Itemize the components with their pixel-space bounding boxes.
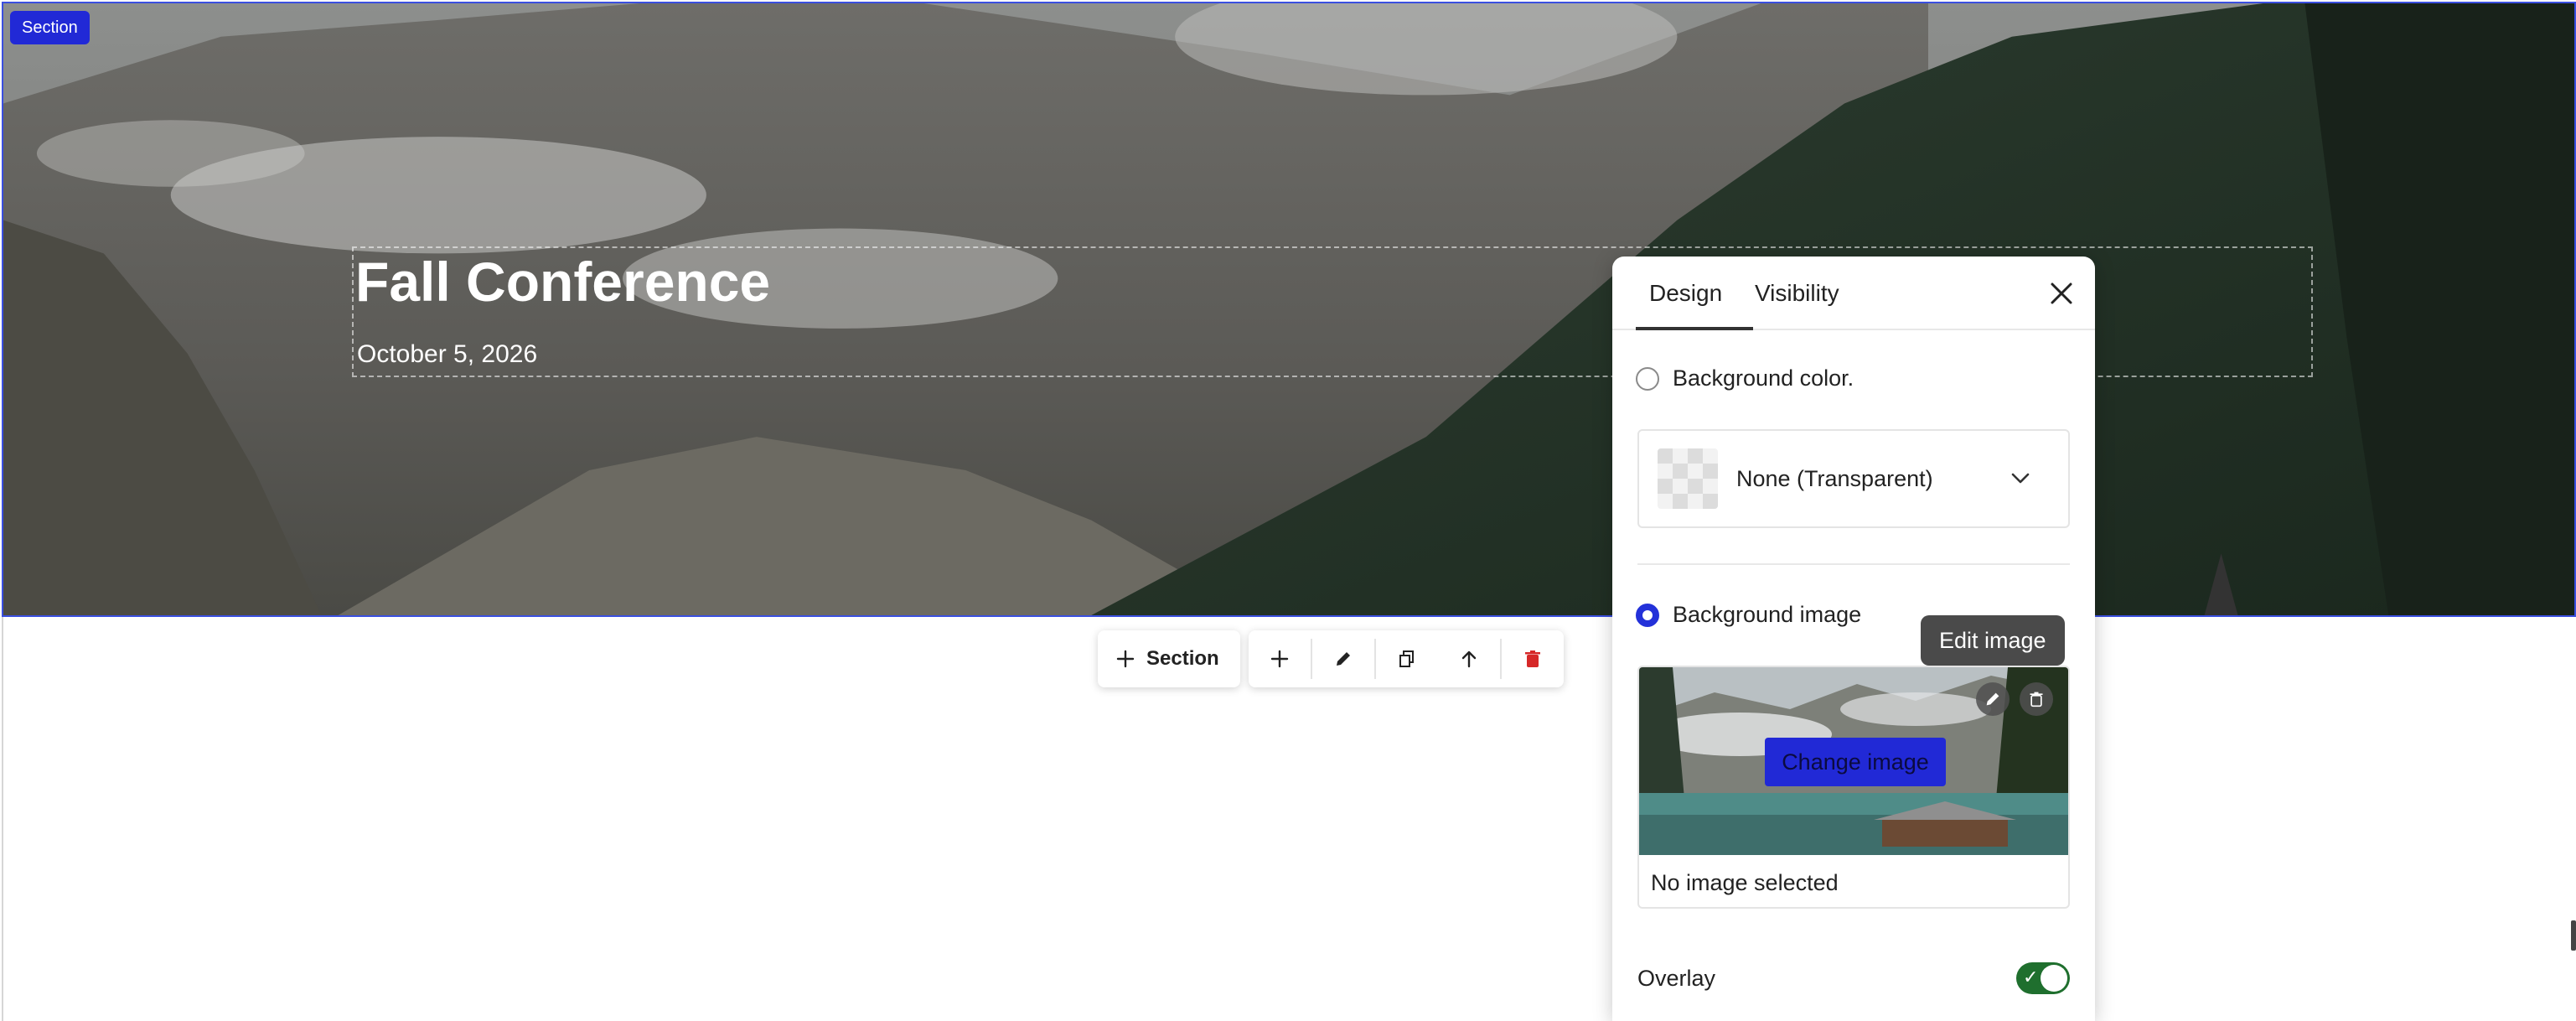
plus-icon [1116, 650, 1135, 668]
remove-image-button[interactable] [2020, 682, 2053, 716]
pencil-icon [1986, 692, 1999, 706]
add-section-button[interactable]: Section [1098, 630, 1240, 687]
duplicate-section-button[interactable] [1376, 630, 1438, 687]
move-up-button[interactable] [1438, 630, 1500, 687]
toggle-knob [2041, 965, 2067, 992]
section-tag[interactable]: Section [10, 11, 90, 44]
add-section-label: Section [1146, 647, 1219, 670]
edit-image-tooltip: Edit image [1921, 615, 2065, 666]
overlay-toggle[interactable]: ✓ [2016, 962, 2070, 994]
edit-section-button[interactable] [1312, 630, 1374, 687]
image-caption: No image selected [1651, 870, 1839, 895]
background-image-radio[interactable] [1636, 603, 1659, 627]
hero-title[interactable]: Fall Conference [355, 248, 770, 315]
add-element-button[interactable] [1249, 630, 1311, 687]
check-icon: ✓ [2023, 967, 2039, 987]
add-icon [1270, 650, 1289, 668]
background-color-select[interactable]: None (Transparent) [1637, 429, 2070, 528]
transparent-swatch-icon [1658, 448, 1718, 509]
delete-icon [1525, 650, 1540, 667]
hero-date[interactable]: October 5, 2026 [357, 340, 537, 369]
active-tab-indicator [1636, 327, 1753, 330]
overlay-label: Overlay [1637, 966, 1716, 991]
background-image-label: Background image [1673, 602, 1862, 627]
background-image-card: Change image No image selected [1637, 666, 2070, 909]
background-color-label: Background color. [1673, 365, 1854, 391]
background-color-radio[interactable] [1636, 366, 1659, 391]
panel-tabs: Design Visibility [1612, 257, 2095, 330]
chevron-down-icon [2011, 473, 2030, 484]
editor-canvas: Section Fall Conference October 5, 2026 … [0, 0, 2576, 1021]
edit-image-button[interactable] [1976, 682, 2010, 716]
panel-divider [1637, 563, 2070, 565]
close-icon[interactable] [2045, 277, 2078, 310]
background-color-option[interactable]: Background color. [1636, 365, 1854, 391]
delete-section-button[interactable] [1502, 630, 1564, 687]
duplicate-icon [1399, 650, 1414, 667]
change-image-button[interactable]: Change image [1765, 738, 1946, 786]
hero-section[interactable]: Section Fall Conference October 5, 2026 [2, 2, 2576, 617]
tab-visibility[interactable]: Visibility [1755, 280, 1839, 307]
scrollbar-handle[interactable] [2571, 920, 2576, 951]
edit-icon [1337, 652, 1350, 666]
background-image-option[interactable]: Background image [1636, 602, 1861, 628]
overlay-row: Overlay ✓ [1637, 959, 2070, 1001]
move-up-icon [1461, 650, 1477, 668]
section-actions-toolbar [1249, 630, 1564, 687]
tab-design[interactable]: Design [1649, 280, 1722, 307]
trash-icon [2030, 692, 2043, 707]
background-color-value: None (Transparent) [1736, 465, 1933, 491]
